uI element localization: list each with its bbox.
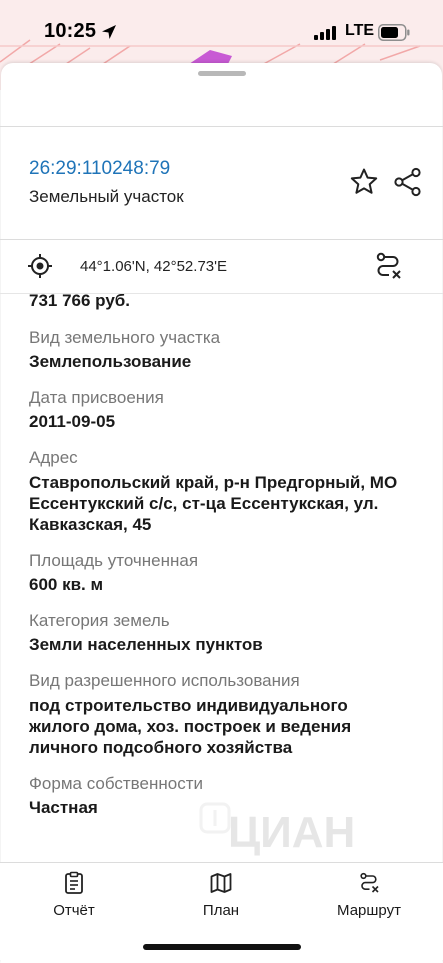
favorite-star-icon[interactable]	[348, 166, 380, 198]
location-arrow-icon	[102, 25, 116, 39]
network-type: LTE	[345, 22, 375, 39]
assignment-date-value: 2011-09-05	[29, 412, 116, 431]
assignment-date-label: Дата присвоения	[29, 388, 164, 407]
land-category-label: Категория земель	[29, 611, 170, 630]
coordinates-text[interactable]: 44°1.06'N, 42°52.73'E	[80, 258, 227, 275]
permitted-use-value: под строительство индивидуального жилого…	[29, 696, 352, 757]
tab-plan-label: План	[202, 902, 240, 919]
land-plot-type-label: Вид земельного участка	[29, 328, 221, 347]
route-icon[interactable]	[372, 250, 404, 282]
sheet-grabber[interactable]	[198, 71, 246, 76]
header-divider-top	[0, 126, 443, 127]
route-icon	[360, 872, 379, 893]
tab-route[interactable]: Маршрут	[314, 871, 424, 927]
address-label: Адрес	[29, 448, 78, 467]
ownership-form-label: Форма собственности	[29, 774, 203, 793]
map-icon	[210, 873, 232, 893]
area-label: Площадь уточненная	[29, 551, 199, 570]
area-value: 600 кв. м	[29, 575, 104, 594]
cellular-signal-icon	[314, 26, 336, 40]
status-time: 10:25	[44, 20, 97, 42]
coords-divider-top	[0, 239, 443, 240]
tab-report-label: Отчёт	[53, 902, 95, 919]
tab-route-label: Маршрут	[337, 902, 401, 919]
battery-icon	[378, 24, 410, 41]
watermark-text: ЦИАН	[228, 808, 356, 857]
details-list[interactable]: 731 766 руб. Вид земельного участка Земл…	[0, 294, 443, 860]
status-bar: 10:25 LTE	[0, 0, 443, 60]
land-category-value: Земли населенных пунктов	[29, 635, 263, 654]
home-indicator[interactable]	[143, 944, 301, 950]
cadastral-number[interactable]: 26:29:110248:79	[29, 158, 170, 180]
object-type: Земельный участок	[29, 187, 184, 206]
address-value: Ставропольский край, р-н Предгорный, МО …	[29, 473, 398, 534]
land-plot-type-value: Землепользование	[29, 352, 192, 371]
share-icon[interactable]	[392, 166, 424, 198]
my-location-target-icon[interactable]	[27, 253, 53, 279]
permitted-use-label: Вид разрешенного использования	[29, 671, 300, 690]
report-icon	[65, 871, 83, 894]
bottom-tabbar: Отчёт План Маршрут	[0, 863, 443, 960]
tab-plan[interactable]: План	[166, 871, 276, 927]
price-value: 731 766 руб.	[29, 294, 131, 310]
tab-report[interactable]: Отчёт	[19, 871, 129, 927]
